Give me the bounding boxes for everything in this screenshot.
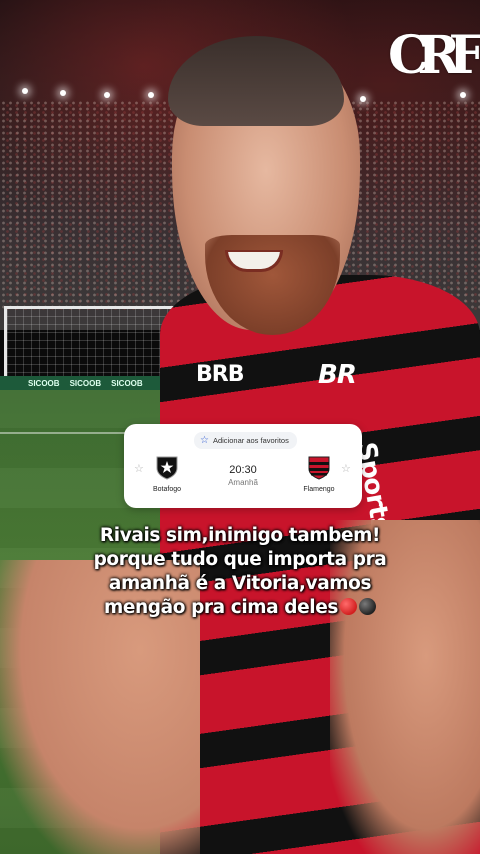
player-hair xyxy=(168,36,344,126)
star-icon[interactable]: ☆ xyxy=(341,462,351,475)
add-favorite-button[interactable]: ☆ Adicionar aos favoritos xyxy=(194,432,297,449)
black-circle-icon xyxy=(358,598,376,615)
shirt-sponsor-left: BRB xyxy=(196,362,244,387)
kickoff-day: Amanhã xyxy=(228,478,258,487)
flamengo-crest-logo: CRF xyxy=(388,25,480,86)
caption-text: Rivais sim,inimigo tambem! porque tudo q… xyxy=(70,524,410,620)
away-team-name: Flamengo xyxy=(303,486,335,493)
away-team[interactable]: Flamengo xyxy=(290,454,348,493)
caption-line: amanhã é a Vitoria,vamos xyxy=(108,573,372,594)
home-team[interactable]: Botafogo xyxy=(138,454,196,493)
red-circle-icon xyxy=(339,598,357,615)
kickoff-time: 20:30 xyxy=(229,464,257,476)
star-icon: ☆ xyxy=(200,434,209,446)
caption-line: mengão pra cima deles xyxy=(104,597,338,618)
match-card[interactable]: ☆ Adicionar aos favoritos ☆ Botafogo 20:… xyxy=(124,424,362,508)
botafogo-badge-icon xyxy=(154,454,180,480)
shirt-sponsor-right: BR xyxy=(318,360,357,390)
favorite-label: Adicionar aos favoritos xyxy=(212,436,289,445)
caption-line: porque tudo que importa pra xyxy=(93,549,387,570)
caption-line-last: mengão pra cima deles xyxy=(70,596,410,620)
caption-line: Rivais sim,inimigo tambem! xyxy=(99,525,381,546)
home-team-name: Botafogo xyxy=(152,486,182,493)
flamengo-badge-icon xyxy=(306,454,332,480)
